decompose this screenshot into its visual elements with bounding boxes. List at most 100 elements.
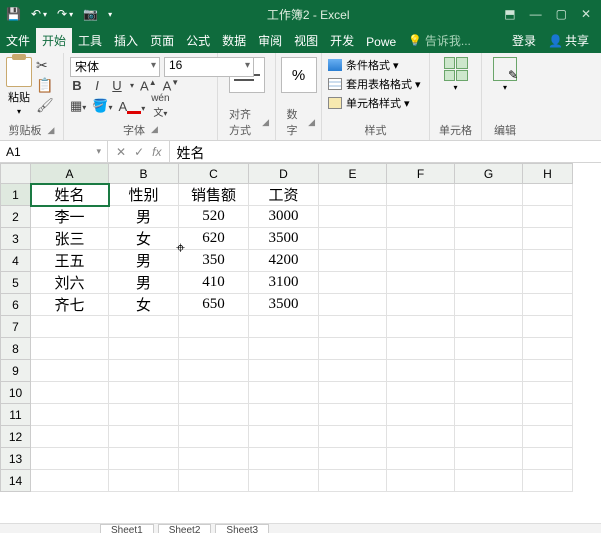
cell[interactable]: 男 bbox=[109, 206, 179, 228]
cell[interactable] bbox=[523, 426, 573, 448]
sheet-tab[interactable]: Sheet1 bbox=[100, 524, 154, 533]
cell[interactable] bbox=[387, 404, 455, 426]
cell[interactable] bbox=[249, 448, 319, 470]
dialog-launcher-icon[interactable]: ◢ bbox=[308, 117, 315, 128]
format-as-table-button[interactable]: 套用表格格式 ▾ bbox=[328, 76, 423, 92]
paste-button[interactable]: 粘贴 ▾ bbox=[6, 57, 32, 116]
cell[interactable]: 4200 bbox=[249, 250, 319, 272]
cell[interactable] bbox=[387, 448, 455, 470]
chevron-down-icon[interactable]: ▾ bbox=[130, 81, 134, 90]
cell[interactable]: 3000 bbox=[249, 206, 319, 228]
cell[interactable] bbox=[387, 272, 455, 294]
column-header[interactable]: G bbox=[455, 164, 523, 184]
cell[interactable]: 3500 bbox=[249, 294, 319, 316]
cell[interactable] bbox=[387, 316, 455, 338]
column-header[interactable]: D bbox=[249, 164, 319, 184]
cell[interactable] bbox=[523, 382, 573, 404]
row-header[interactable]: 10 bbox=[1, 382, 31, 404]
cell[interactable] bbox=[523, 206, 573, 228]
cell[interactable] bbox=[179, 316, 249, 338]
select-all-corner[interactable] bbox=[1, 164, 31, 184]
cell[interactable] bbox=[179, 470, 249, 492]
fill-color-button[interactable]: 🪣▾ bbox=[92, 98, 112, 114]
cell[interactable]: 350 bbox=[179, 250, 249, 272]
cell[interactable]: 男 bbox=[109, 272, 179, 294]
dialog-launcher-icon[interactable]: ◢ bbox=[151, 124, 158, 135]
cell[interactable] bbox=[523, 404, 573, 426]
save-button[interactable]: 💾 bbox=[6, 7, 21, 21]
cell[interactable] bbox=[31, 426, 109, 448]
cell[interactable] bbox=[387, 294, 455, 316]
cell[interactable] bbox=[319, 470, 387, 492]
tab-review[interactable]: 审阅 bbox=[252, 28, 288, 53]
tab-power[interactable]: Powe bbox=[360, 31, 402, 53]
number-format-button[interactable]: % bbox=[282, 57, 315, 93]
row-header[interactable]: 9 bbox=[1, 360, 31, 382]
cell[interactable]: 张三 bbox=[31, 228, 109, 250]
close-button[interactable]: ✕ bbox=[581, 7, 591, 21]
cell[interactable] bbox=[455, 382, 523, 404]
cell[interactable] bbox=[319, 338, 387, 360]
cell[interactable] bbox=[249, 316, 319, 338]
row-header[interactable]: 3 bbox=[1, 228, 31, 250]
cell[interactable] bbox=[179, 448, 249, 470]
dialog-launcher-icon[interactable]: ◢ bbox=[48, 125, 55, 136]
cell[interactable] bbox=[455, 206, 523, 228]
cell[interactable] bbox=[249, 426, 319, 448]
cell[interactable]: 650 bbox=[179, 294, 249, 316]
tab-formulas[interactable]: 公式 bbox=[180, 28, 216, 53]
cancel-icon[interactable]: ✕ bbox=[116, 145, 126, 159]
cell[interactable]: 410 bbox=[179, 272, 249, 294]
cell[interactable] bbox=[319, 206, 387, 228]
cell[interactable] bbox=[387, 382, 455, 404]
row-header[interactable]: 12 bbox=[1, 426, 31, 448]
cell[interactable] bbox=[387, 206, 455, 228]
tell-me-search[interactable]: 💡告诉我... bbox=[402, 28, 477, 53]
cell[interactable] bbox=[179, 360, 249, 382]
cell[interactable] bbox=[31, 316, 109, 338]
row-header[interactable]: 13 bbox=[1, 448, 31, 470]
cell[interactable]: 刘六 bbox=[31, 272, 109, 294]
row-header[interactable]: 11 bbox=[1, 404, 31, 426]
ribbon-options-button[interactable]: ⬒ bbox=[504, 7, 515, 21]
tab-page-layout[interactable]: 页面 bbox=[144, 28, 180, 53]
name-box[interactable]: A1 ▾ bbox=[0, 141, 108, 162]
cell[interactable]: 工资 bbox=[249, 184, 319, 206]
tab-view[interactable]: 视图 bbox=[288, 28, 324, 53]
cell[interactable]: 销售额 bbox=[179, 184, 249, 206]
row-header[interactable]: 6 bbox=[1, 294, 31, 316]
cell[interactable] bbox=[387, 250, 455, 272]
cell[interactable] bbox=[455, 272, 523, 294]
cell[interactable] bbox=[319, 316, 387, 338]
conditional-formatting-button[interactable]: 条件格式 ▾ bbox=[328, 57, 423, 73]
cell[interactable] bbox=[319, 382, 387, 404]
cell[interactable] bbox=[387, 184, 455, 206]
sheet-tab[interactable]: Sheet3 bbox=[215, 524, 269, 533]
cells-button[interactable]: ▾ bbox=[436, 57, 475, 92]
cell[interactable]: 王五 bbox=[31, 250, 109, 272]
cell[interactable] bbox=[319, 228, 387, 250]
cell[interactable] bbox=[109, 338, 179, 360]
cell[interactable]: 女 bbox=[109, 228, 179, 250]
cell[interactable] bbox=[387, 228, 455, 250]
cell[interactable] bbox=[319, 404, 387, 426]
column-header[interactable]: A bbox=[31, 164, 109, 184]
decrease-font-button[interactable]: A▼ bbox=[163, 78, 180, 93]
cell[interactable] bbox=[523, 294, 573, 316]
cell[interactable] bbox=[523, 470, 573, 492]
cell[interactable] bbox=[249, 404, 319, 426]
cell[interactable] bbox=[319, 360, 387, 382]
cell[interactable] bbox=[455, 184, 523, 206]
enter-icon[interactable]: ✓ bbox=[134, 145, 144, 159]
cell[interactable]: 姓名 bbox=[31, 184, 109, 206]
cell[interactable] bbox=[455, 338, 523, 360]
cell[interactable] bbox=[249, 338, 319, 360]
column-header[interactable]: F bbox=[387, 164, 455, 184]
cell[interactable] bbox=[179, 404, 249, 426]
column-header[interactable]: H bbox=[523, 164, 573, 184]
cell[interactable] bbox=[319, 272, 387, 294]
cell[interactable] bbox=[109, 404, 179, 426]
cell[interactable]: 620 bbox=[179, 228, 249, 250]
cell[interactable] bbox=[387, 426, 455, 448]
column-header[interactable]: B bbox=[109, 164, 179, 184]
